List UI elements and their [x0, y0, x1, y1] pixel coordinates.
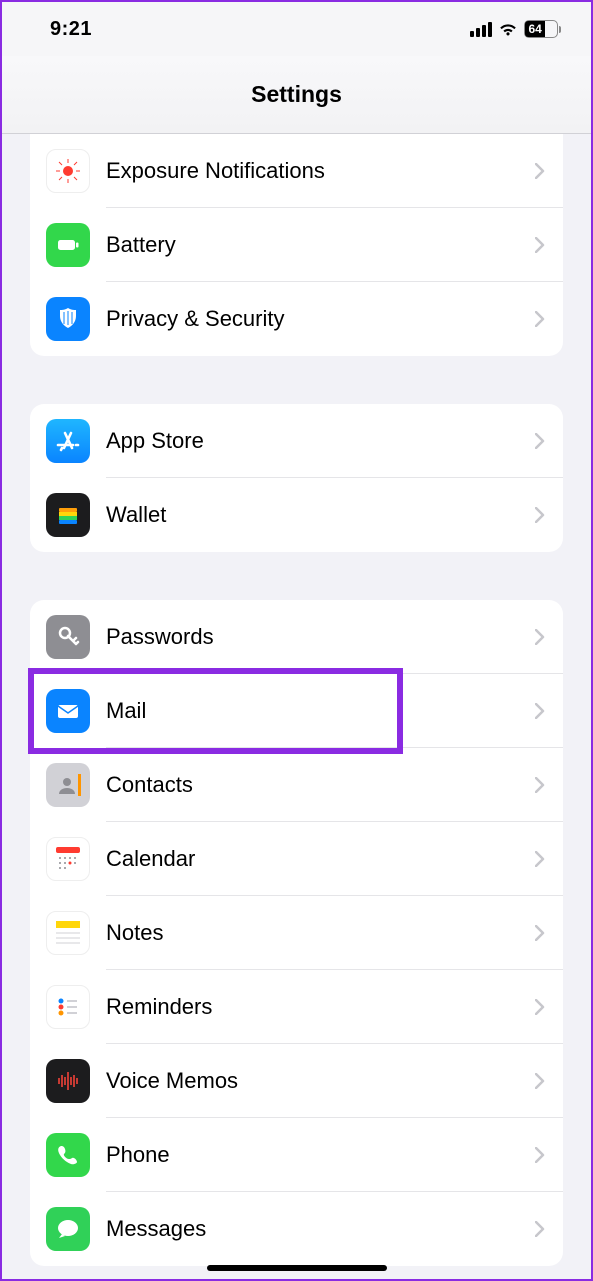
calendar-icon: [46, 837, 90, 881]
page-title: Settings: [251, 81, 342, 108]
cellular-signal-icon: [470, 22, 492, 37]
row-label: Privacy & Security: [106, 306, 535, 332]
notes-icon: [46, 911, 90, 955]
row-calendar[interactable]: Calendar: [30, 822, 563, 896]
row-label: Messages: [106, 1216, 535, 1242]
row-label: Contacts: [106, 772, 535, 798]
settings-group: App Store Wallet: [30, 404, 563, 552]
row-label: Notes: [106, 920, 535, 946]
exposure-icon: [46, 149, 90, 193]
row-privacy-security[interactable]: Privacy & Security: [30, 282, 563, 356]
chevron-right-icon: [535, 1073, 545, 1089]
battery-settings-icon: [46, 223, 90, 267]
row-voice-memos[interactable]: Voice Memos: [30, 1044, 563, 1118]
wifi-icon: [498, 21, 518, 37]
row-messages[interactable]: Messages: [30, 1192, 563, 1266]
chevron-right-icon: [535, 1221, 545, 1237]
row-label: Wallet: [106, 502, 535, 528]
status-bar: 9:21 64: [2, 2, 591, 56]
row-battery[interactable]: Battery: [30, 208, 563, 282]
battery-icon: 64: [524, 20, 562, 38]
row-label: Passwords: [106, 624, 535, 650]
row-exposure-notifications[interactable]: Exposure Notifications: [30, 134, 563, 208]
chevron-right-icon: [535, 433, 545, 449]
row-label: Battery: [106, 232, 535, 258]
nav-header: Settings: [2, 56, 591, 134]
contacts-icon: [46, 763, 90, 807]
settings-list[interactable]: Exposure Notifications Battery Privacy &…: [2, 134, 591, 1279]
settings-group: Exposure Notifications Battery Privacy &…: [30, 134, 563, 356]
row-label: Reminders: [106, 994, 535, 1020]
chevron-right-icon: [535, 237, 545, 253]
row-app-store[interactable]: App Store: [30, 404, 563, 478]
home-indicator[interactable]: [207, 1265, 387, 1271]
voice-memos-icon: [46, 1059, 90, 1103]
row-label: App Store: [106, 428, 535, 454]
settings-group: Passwords Mail Contacts Calendar: [30, 600, 563, 1266]
row-label: Calendar: [106, 846, 535, 872]
messages-icon: [46, 1207, 90, 1251]
status-indicators: 64: [470, 20, 562, 38]
chevron-right-icon: [535, 703, 545, 719]
privacy-icon: [46, 297, 90, 341]
row-reminders[interactable]: Reminders: [30, 970, 563, 1044]
chevron-right-icon: [535, 163, 545, 179]
app-store-icon: [46, 419, 90, 463]
chevron-right-icon: [535, 777, 545, 793]
mail-icon: [46, 689, 90, 733]
chevron-right-icon: [535, 925, 545, 941]
row-label: Voice Memos: [106, 1068, 535, 1094]
row-label: Exposure Notifications: [106, 158, 535, 184]
row-passwords[interactable]: Passwords: [30, 600, 563, 674]
wallet-icon: [46, 493, 90, 537]
row-phone[interactable]: Phone: [30, 1118, 563, 1192]
status-time: 9:21: [50, 18, 92, 41]
chevron-right-icon: [535, 851, 545, 867]
battery-level: 64: [525, 22, 557, 36]
row-wallet[interactable]: Wallet: [30, 478, 563, 552]
row-contacts[interactable]: Contacts: [30, 748, 563, 822]
chevron-right-icon: [535, 311, 545, 327]
chevron-right-icon: [535, 1147, 545, 1163]
row-label: Phone: [106, 1142, 535, 1168]
reminders-icon: [46, 985, 90, 1029]
chevron-right-icon: [535, 629, 545, 645]
chevron-right-icon: [535, 507, 545, 523]
chevron-right-icon: [535, 999, 545, 1015]
row-label: Mail: [106, 698, 535, 724]
row-notes[interactable]: Notes: [30, 896, 563, 970]
passwords-icon: [46, 615, 90, 659]
row-mail[interactable]: Mail: [30, 674, 563, 748]
phone-icon: [46, 1133, 90, 1177]
